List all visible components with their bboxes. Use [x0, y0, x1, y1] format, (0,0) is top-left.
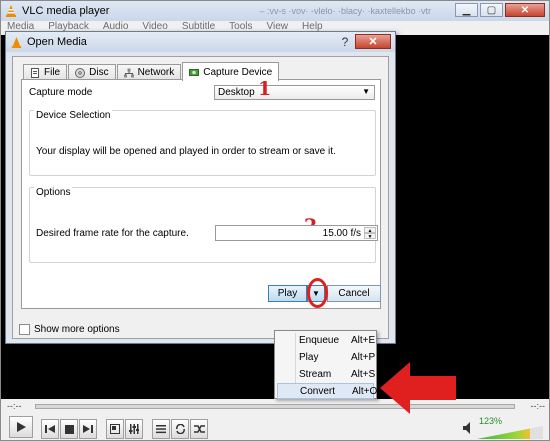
window-title-blurred: – :vv-s ·vov· -vlelo· ·blacy· ·kaxtellek…	[259, 6, 431, 16]
device-selection-group: Device Selection Your display will be op…	[29, 110, 376, 176]
menu-item-stream[interactable]: Stream Alt+S	[277, 366, 376, 382]
loop-button[interactable]	[171, 419, 189, 439]
window-title: VLC media player	[22, 5, 110, 17]
stop-button[interactable]	[60, 419, 78, 439]
tab-disc[interactable]: Disc	[68, 64, 116, 80]
menu-item-shortcut: Alt+O	[352, 385, 378, 397]
playlist-button[interactable]	[152, 419, 170, 439]
show-more-options-checkbox[interactable]	[19, 324, 30, 335]
network-icon	[123, 68, 134, 77]
shuffle-icon	[193, 425, 205, 433]
menu-item-enqueue[interactable]: Enqueue Alt+E	[277, 332, 376, 348]
menu-item-label: Enqueue	[299, 334, 340, 346]
tab-bar: File Disc Network Capture Device	[23, 62, 280, 81]
random-button[interactable]	[190, 419, 208, 439]
capture-mode-label: Capture mode	[29, 87, 93, 98]
play-icon	[17, 422, 26, 432]
minimize-button[interactable]: ▁	[455, 3, 478, 17]
options-group: Options Desired frame rate for the captu…	[29, 187, 378, 263]
vlc-cone-icon	[6, 5, 16, 17]
play-options-dropdown-button[interactable]: ▼	[307, 285, 325, 302]
speaker-icon[interactable]	[463, 422, 473, 434]
vlc-titlebar: VLC media player – :vv-s ·vov· -vlelo· ·…	[1, 1, 549, 21]
play-button[interactable]: Play	[268, 285, 307, 302]
menu-item-label: Stream	[299, 368, 332, 380]
tab-capture-device[interactable]: Capture Device	[182, 62, 280, 81]
play-options-menu: Enqueue Alt+E Play Alt+P Stream Alt+S Co…	[274, 330, 377, 399]
capture-device-icon	[189, 69, 200, 76]
file-icon	[31, 67, 39, 78]
red-arrow-icon	[380, 362, 456, 414]
tab-network-label: Network	[137, 67, 175, 78]
tab-network[interactable]: Network	[116, 64, 182, 80]
show-more-options-label: Show more options	[34, 324, 120, 335]
tab-disc-label: Disc	[89, 67, 109, 78]
menu-item-play[interactable]: Play Alt+P	[277, 349, 376, 365]
tab-file[interactable]: File	[23, 64, 68, 80]
menu-item-shortcut: Alt+P	[351, 351, 376, 363]
playback-controls: 123%	[1, 413, 549, 440]
volume-label: 123%	[479, 416, 503, 426]
extended-settings-button[interactable]	[125, 419, 143, 439]
frame-rate-value: 15.00 f/s	[322, 228, 361, 239]
menu-item-convert[interactable]: Convert Alt+O	[277, 383, 378, 399]
options-title: Options	[34, 187, 73, 198]
maximize-button[interactable]: ▢	[480, 3, 503, 17]
dropdown-arrow-icon: ▼	[362, 87, 370, 96]
capture-mode-select[interactable]: Desktop ▼	[214, 85, 375, 100]
seek-row: --:-- --:--	[1, 399, 549, 413]
vlc-cone-icon	[11, 36, 22, 48]
cancel-button[interactable]: Cancel	[327, 285, 381, 302]
stop-icon	[64, 424, 74, 434]
menu-item-label: Play	[299, 351, 319, 363]
capture-mode-value: Desktop	[218, 87, 255, 98]
next-icon	[83, 425, 93, 433]
loop-icon	[175, 424, 185, 434]
fullscreen-button[interactable]	[106, 419, 124, 439]
previous-icon	[45, 425, 55, 433]
elapsed-time: --:--	[7, 401, 22, 411]
total-time: --:--	[530, 401, 546, 411]
chevron-down-icon: ▼	[312, 289, 320, 298]
close-button[interactable]: ✕	[505, 3, 545, 17]
spin-down-button[interactable]: ▼	[364, 233, 376, 240]
dialog-titlebar: Open Media ? ✕	[6, 32, 395, 52]
disc-icon	[75, 67, 86, 78]
device-selection-title: Device Selection	[34, 110, 113, 121]
device-selection-text: Your display will be opened and played i…	[36, 146, 336, 157]
menu-item-shortcut: Alt+S	[351, 368, 376, 380]
capture-device-panel: Capture mode Desktop ▼ 1 Device Selectio…	[21, 78, 381, 309]
tab-capture-device-label: Capture Device	[203, 66, 273, 78]
fullscreen-icon	[110, 424, 120, 434]
frame-rate-spinbox[interactable]: 15.00 f/s ▲ ▼	[215, 225, 378, 241]
frame-rate-label: Desired frame rate for the capture.	[36, 228, 189, 239]
dialog-close-button[interactable]: ✕	[355, 34, 391, 49]
menu-item-shortcut: Alt+E	[351, 334, 376, 346]
help-button[interactable]: ?	[337, 35, 353, 49]
show-more-options-row[interactable]: Show more options	[19, 324, 120, 335]
annotation-marker-1: 1	[258, 78, 272, 100]
equalizer-icon	[129, 424, 139, 434]
playlist-icon	[156, 425, 166, 434]
previous-button[interactable]	[41, 419, 59, 439]
volume-slider[interactable]	[477, 426, 543, 439]
tab-file-label: File	[44, 67, 61, 78]
play-control-button[interactable]	[9, 416, 33, 438]
dialog-title: Open Media	[27, 36, 87, 48]
next-button[interactable]	[79, 419, 97, 439]
menu-item-label: Convert	[300, 385, 336, 397]
